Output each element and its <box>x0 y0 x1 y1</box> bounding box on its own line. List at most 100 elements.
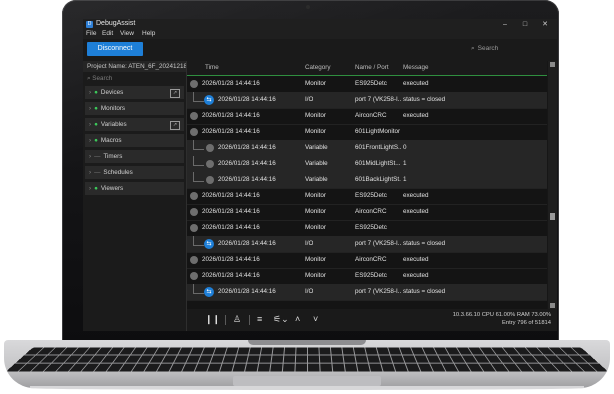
node-icon[interactable] <box>190 192 198 200</box>
cell-category: Monitor <box>305 124 326 140</box>
io-icon[interactable]: ⇆ <box>204 287 214 297</box>
node-icon[interactable] <box>190 256 198 264</box>
cell-name: AirconCRC <box>355 108 401 124</box>
close-button[interactable]: ✕ <box>535 19 555 30</box>
cell-message: executed <box>403 204 429 220</box>
node-icon[interactable] <box>190 208 198 216</box>
cell-message: 0 <box>403 140 407 156</box>
node-icon[interactable] <box>190 128 198 136</box>
scroll-thumb[interactable] <box>550 213 555 220</box>
sidebar: Project Name: ATEN_6F_20241218 ⌕ Search … <box>83 61 187 331</box>
table-row[interactable]: 2026/01/28 14:44:16 Monitor 601LightMonito… <box>187 124 547 141</box>
table-row[interactable]: 2026/01/28 14:44:16 Monitor ES925Detc <box>187 220 547 237</box>
sidebar-item-macros[interactable]: › ● Macros <box>85 134 184 148</box>
cell-time: 2026/01/28 14:44:16 <box>218 284 276 300</box>
tree-branch <box>193 284 204 294</box>
scroll-up-icon[interactable] <box>550 62 555 67</box>
arrow-down-icon[interactable]: ˅ <box>313 314 318 324</box>
sidebar-item-viewers[interactable]: › ● Viewers <box>85 182 184 196</box>
title-bar: D DebugAssist – □ ✕ <box>83 19 557 30</box>
disconnect-button[interactable]: Disconnect <box>87 42 143 56</box>
tree-icon[interactable]: ♙ <box>233 314 241 325</box>
cell-time: 2026/01/28 14:44:16 <box>202 124 260 140</box>
chevron-right-icon[interactable]: › <box>89 185 91 192</box>
chevron-right-icon[interactable]: › <box>89 105 91 112</box>
table-row[interactable]: ⇆ 2026/01/28 14:44:16 I/O port 7 (VK258-I..… <box>187 236 547 253</box>
arrow-up-icon[interactable]: ˄ <box>295 314 300 324</box>
cell-name: AirconCRC <box>355 252 401 268</box>
table-row[interactable]: 2026/01/28 14:44:16 Monitor ES925Detc execu… <box>187 76 547 93</box>
column-header-name[interactable]: Name / Port <box>355 61 389 75</box>
scroll-down-icon[interactable] <box>550 303 555 308</box>
table-row[interactable]: 2026/01/28 14:44:16 Monitor ES925Detc execu… <box>187 188 547 205</box>
divider <box>225 315 226 325</box>
eye-icon[interactable]: ● <box>94 105 98 112</box>
menu-view[interactable]: View <box>120 30 134 37</box>
status-entry: Entry 796 of 51814 <box>502 320 551 326</box>
open-external-icon[interactable]: ↗ <box>170 89 180 98</box>
top-search[interactable]: ⌕ Search <box>471 45 498 53</box>
table-row[interactable]: 2026/01/28 14:44:16 Monitor AirconCRC execu… <box>187 108 547 125</box>
table-row[interactable]: 2026/01/28 14:44:16 Variable 601BackLightS… <box>187 172 547 189</box>
column-header-category[interactable]: Category <box>305 61 331 75</box>
cell-category: Variable <box>305 156 328 172</box>
table-scrollbar[interactable] <box>548 61 557 309</box>
chevron-right-icon[interactable]: › <box>89 169 91 176</box>
table-row[interactable]: 2026/01/28 14:44:16 Monitor AirconCRC execu… <box>187 204 547 221</box>
table-row[interactable]: ⇆ 2026/01/28 14:44:16 I/O port 7 (VK258-I..… <box>187 284 547 301</box>
menu-file[interactable]: File <box>86 30 96 37</box>
eye-icon[interactable]: ● <box>94 185 98 192</box>
laptop-screen: D DebugAssist – □ ✕ File Edit View Help … <box>83 19 557 331</box>
eye-icon[interactable]: ● <box>94 137 98 144</box>
sidebar-search-input[interactable]: ⌕ Search <box>83 73 186 84</box>
divider <box>249 315 250 325</box>
sidebar-item-monitors[interactable]: › ● Monitors <box>85 102 184 116</box>
sidebar-item-schedules[interactable]: › — Schedules <box>85 166 184 180</box>
node-icon[interactable] <box>190 80 198 88</box>
sidebar-item-variables[interactable]: › ● Variables ↗ <box>85 118 184 132</box>
io-icon[interactable]: ⇆ <box>204 239 214 249</box>
cell-name: 601BackLightSt... <box>355 172 401 188</box>
column-header-time[interactable]: Time <box>205 61 219 75</box>
sidebar-item-timers[interactable]: › — Timers <box>85 150 184 164</box>
app-icon: D <box>86 21 93 28</box>
minimize-button[interactable]: – <box>495 19 515 30</box>
eye-icon[interactable]: ● <box>94 89 98 96</box>
wrap-icon[interactable]: ≡ <box>257 314 262 324</box>
pause-icon[interactable]: ❙❙ <box>205 314 220 325</box>
sidebar-search-placeholder: Search <box>92 75 112 82</box>
cell-category: I/O <box>305 236 313 252</box>
menu-edit[interactable]: Edit <box>102 30 113 37</box>
menu-help[interactable]: Help <box>142 30 155 37</box>
table-row[interactable]: 2026/01/28 14:44:16 Variable 601MidLightSt… <box>187 156 547 173</box>
chevron-right-icon[interactable]: › <box>89 89 91 96</box>
io-icon[interactable]: ⇆ <box>204 95 214 105</box>
menu-bar: File Edit View Help <box>83 30 557 39</box>
tree-branch <box>193 92 204 102</box>
filter-icon[interactable]: ⚟⌄ <box>273 314 289 325</box>
node-icon[interactable] <box>206 160 214 168</box>
sidebar-item-devices[interactable]: › ● Devices ↗ <box>85 86 184 100</box>
sidebar-item-label: Devices <box>101 89 123 96</box>
table-row[interactable]: 2026/01/28 14:44:16 Variable 601FrontLight… <box>187 140 547 157</box>
chevron-right-icon[interactable]: › <box>89 121 91 128</box>
open-external-icon[interactable]: ↗ <box>170 121 180 130</box>
column-header-message[interactable]: Message <box>403 61 429 75</box>
table-row[interactable]: 2026/01/28 14:44:16 Monitor AirconCRC execu… <box>187 252 547 269</box>
node-icon[interactable] <box>206 176 214 184</box>
node-icon[interactable] <box>190 112 198 120</box>
chevron-right-icon[interactable]: › <box>89 137 91 144</box>
node-icon[interactable] <box>190 272 198 280</box>
table-row[interactable]: ⇆ 2026/01/28 14:44:16 I/O port 7 (VK258-I..… <box>187 92 547 109</box>
table-row[interactable]: 2026/01/28 14:44:16 Monitor ES925Detc execu… <box>187 268 547 285</box>
node-icon[interactable] <box>206 144 214 152</box>
node-icon[interactable] <box>190 224 198 232</box>
dash-icon[interactable]: — <box>94 153 100 160</box>
maximize-button[interactable]: □ <box>515 19 535 30</box>
dash-icon[interactable]: — <box>94 169 100 176</box>
keyboard <box>6 348 608 372</box>
cell-name: port 7 (VK258-I... <box>355 236 401 252</box>
eye-icon[interactable]: ● <box>94 121 98 128</box>
cell-category: I/O <box>305 92 313 108</box>
chevron-right-icon[interactable]: › <box>89 153 91 160</box>
